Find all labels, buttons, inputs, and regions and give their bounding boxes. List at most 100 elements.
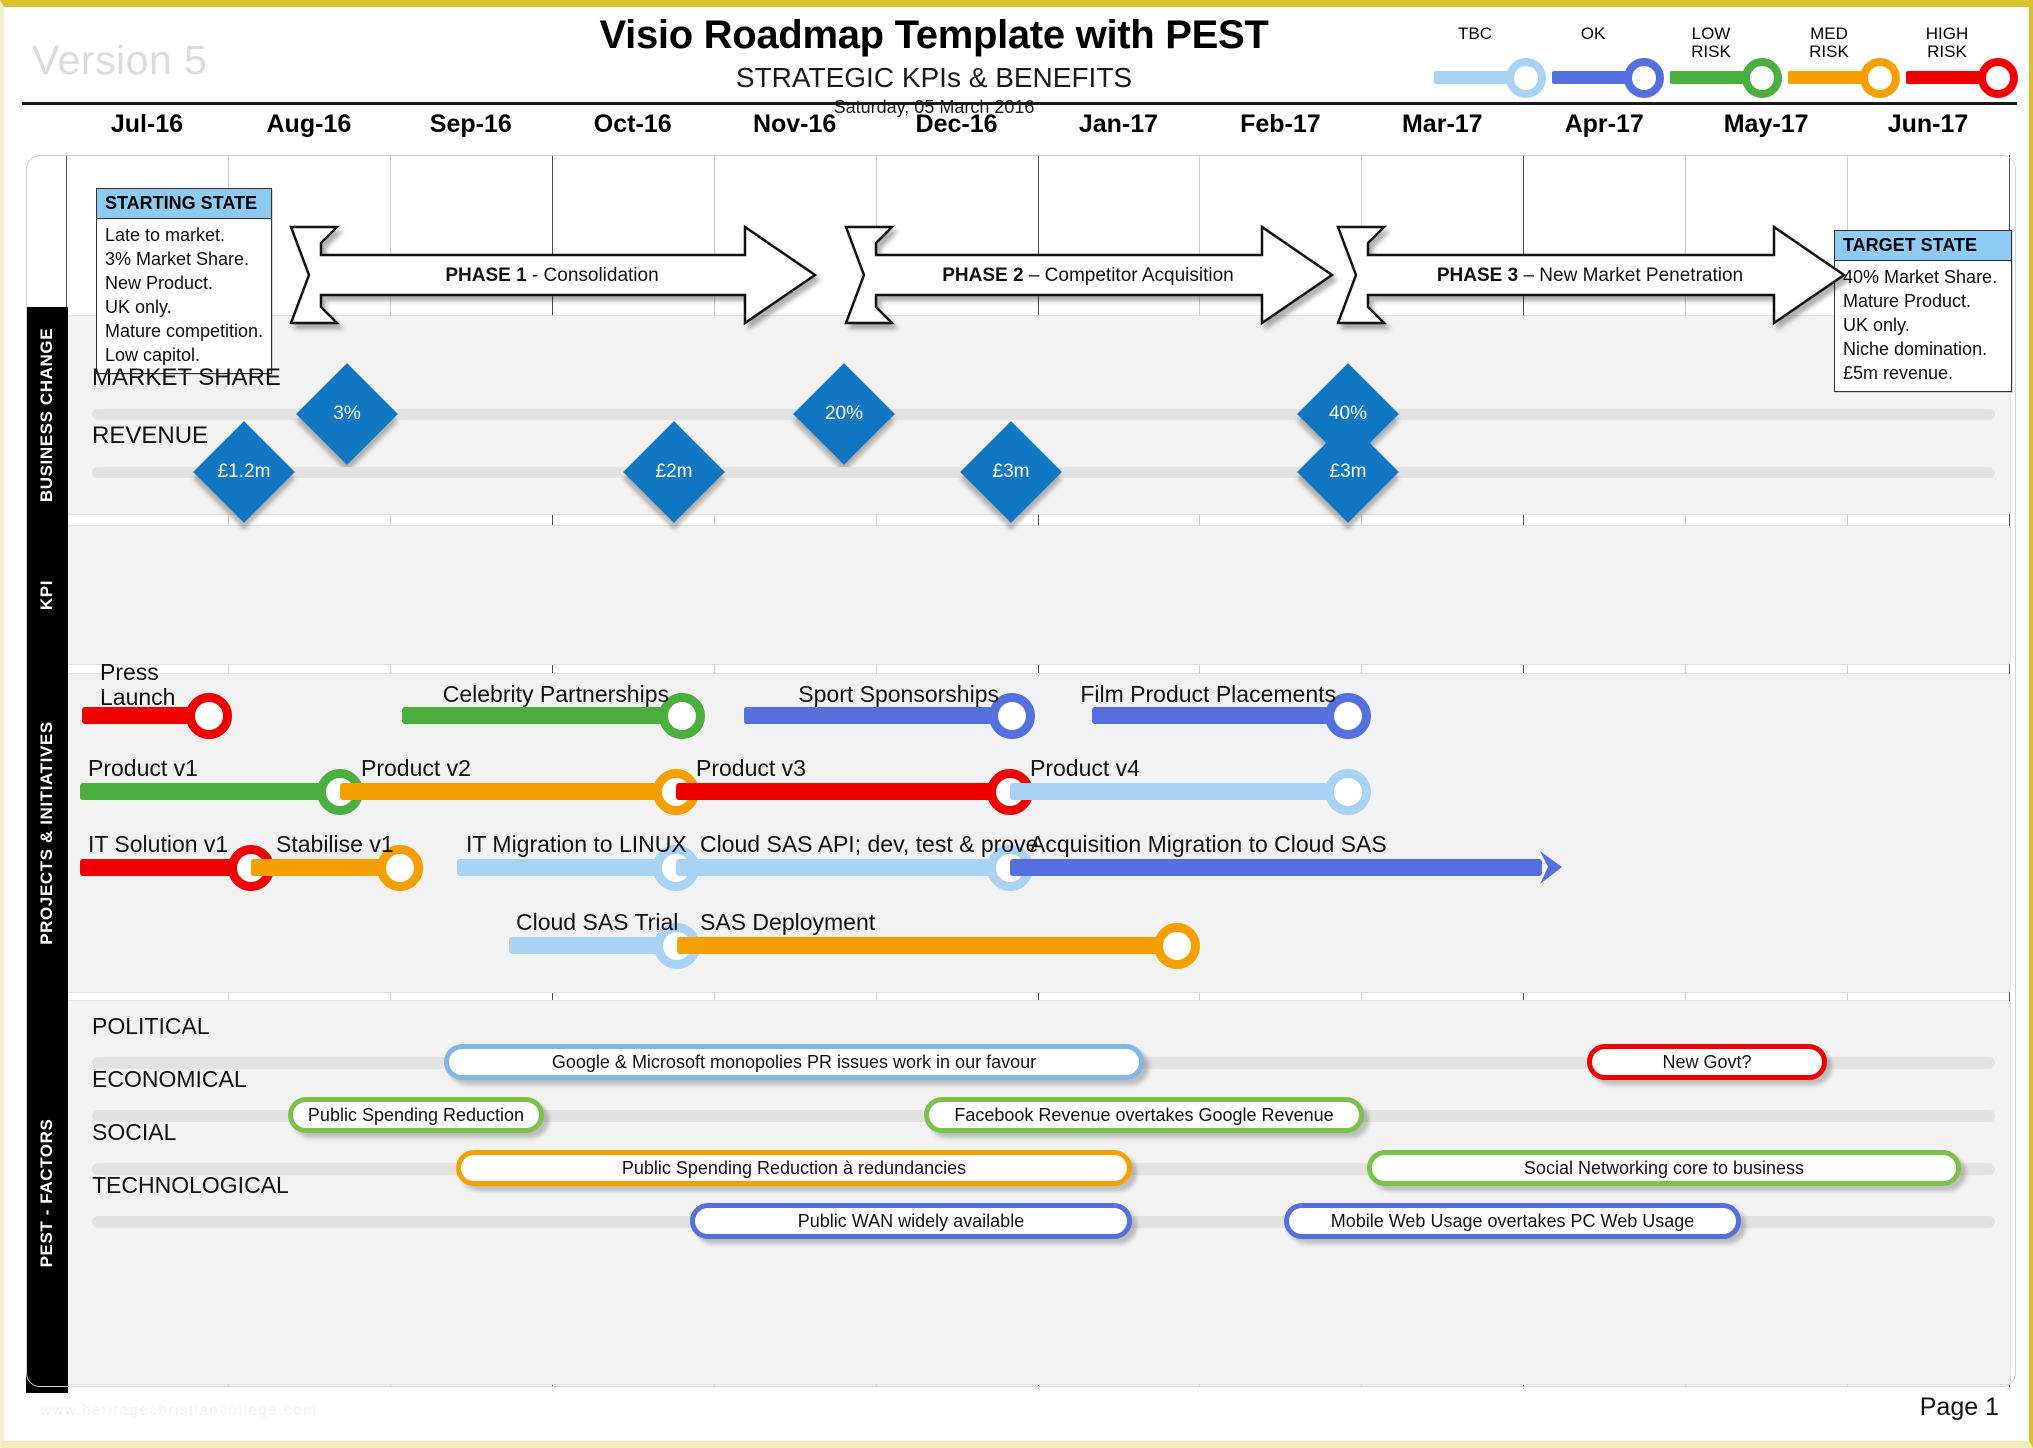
legend-ring-icon xyxy=(1860,58,1900,98)
month-label-apr-17: Apr-17 xyxy=(1564,110,1644,138)
version-label: Version 5 xyxy=(32,37,208,83)
phase-label-bold: PHASE 3 xyxy=(1436,265,1519,286)
state-box-body-starting_state: Late to market. 3% Market Share. New Produ… xyxy=(97,219,271,373)
pest-pill-1-0: Public Spending Reduction xyxy=(288,1097,544,1133)
legend-bar xyxy=(1552,71,1634,84)
state-line: 40% Market Share. xyxy=(1843,267,1998,287)
project-label-0-3: Film Product Placements xyxy=(1080,681,1336,707)
legend-ring-icon xyxy=(1978,58,2018,98)
project-label-2-1: Stabilise v1 xyxy=(276,831,394,857)
timeline-months: Jul-16 Aug-16 Sep-16 Oct-16 Nov-16 Dec-16 Jan-… xyxy=(4,110,2029,154)
project-label-0-2: Sport Sponsorships xyxy=(798,681,999,707)
kpi-marker-1-2: £3m xyxy=(960,421,1062,523)
project-bar-0-2 xyxy=(744,707,1012,724)
legend-item-tbc: TBC xyxy=(1434,25,1552,101)
pest-pill-text: Public Spending Reduction à redundancies xyxy=(621,1157,967,1178)
pest-pill-2-0: Public Spending Reduction à redundancies xyxy=(456,1150,1132,1186)
project-milestone-0-0 xyxy=(186,693,232,739)
legend-bar xyxy=(1906,71,1988,84)
phase-arrow-3: PHASE 3 – New Market Penetration xyxy=(1334,224,1847,326)
roadmap-grid: BUSINESS CHANGE KPI PROJECTS & INITIATIVES… xyxy=(26,155,2016,1393)
pest-pill-1-1: Facebook Revenue overtakes Google Revenu… xyxy=(924,1097,1364,1133)
legend-item-low-risk: LOW RISK xyxy=(1670,25,1788,101)
phase-label-rest: - Consolidation xyxy=(526,265,659,286)
state-box-body-target_state: 40% Market Share. Mature Product. UK only.… xyxy=(1835,261,2011,391)
phase-label-bold: PHASE 2 xyxy=(942,265,1024,286)
state-line: Late to market. xyxy=(105,225,226,245)
month-label-nov-16: Nov-16 xyxy=(752,110,837,138)
kpi-marker-value: 3% xyxy=(333,403,361,424)
section-tab-projects: PROJECTS & INITIATIVES xyxy=(26,665,68,1001)
project-milestone-1-3 xyxy=(1325,769,1371,815)
project-bar-1-1 xyxy=(340,783,676,800)
legend-ring-icon xyxy=(1624,58,1664,98)
project-label-1-2: Product v3 xyxy=(696,755,806,781)
section-tab-business_change: BUSINESS CHANGE xyxy=(26,307,68,523)
phase-label-3: PHASE 3 – New Market Penetration xyxy=(1334,265,1846,287)
pest-pill-text: Public WAN widely available xyxy=(797,1210,1025,1231)
project-label-1-1: Product v2 xyxy=(361,755,471,781)
kpi-row-label-0: MARKET SHARE xyxy=(92,364,281,391)
pest-row-label-1: ECONOMICAL xyxy=(92,1066,247,1092)
state-line: Niche domination. xyxy=(1843,339,1988,359)
pest-pill-text: Mobile Web Usage overtakes PC Web Usage xyxy=(1330,1210,1695,1231)
page-subtitle: STRATEGIC KPIs & BENEFITS xyxy=(735,62,1133,93)
pest-pill-3-0: Public WAN widely available xyxy=(690,1203,1132,1239)
project-label-2-3: Cloud SAS API; dev, test & prove xyxy=(700,831,1039,857)
project-bar-0-1 xyxy=(402,707,682,724)
month-label-aug-16: Aug-16 xyxy=(266,110,352,138)
project-bar-2-4 xyxy=(1010,859,1542,876)
project-label-3-0: Cloud SAS Trial xyxy=(516,909,679,935)
project-label-1-3: Product v4 xyxy=(1030,755,1140,781)
pest-pill-3-1: Mobile Web Usage overtakes PC Web Usage xyxy=(1284,1203,1741,1239)
pest-row-label-3: TECHNOLOGICAL xyxy=(92,1172,289,1198)
month-label-dec-16: Dec-16 xyxy=(915,110,998,138)
legend-item-high-risk: HIGH RISK xyxy=(1906,25,2024,101)
section-tab-label: PROJECTS & INITIATIVES xyxy=(37,721,56,945)
month-label-sep-16: Sep-16 xyxy=(429,110,512,138)
legend-bar xyxy=(1670,71,1752,84)
project-bar-2-2 xyxy=(457,859,676,876)
pest-row-label-0: POLITICAL xyxy=(92,1013,210,1039)
pest-pill-0-1: New Govt? xyxy=(1587,1044,1827,1080)
project-bar-1-2 xyxy=(676,783,1010,800)
legend-label: HIGH RISK xyxy=(1925,24,1969,61)
phase-arrow-1: PHASE 1 - Consolidation xyxy=(287,224,818,326)
project-bar-3-0 xyxy=(509,937,677,954)
project-milestone-3-1 xyxy=(1154,923,1200,969)
month-label-jan-17: Jan-17 xyxy=(1078,110,1159,138)
project-label-2-0: IT Solution v1 xyxy=(88,831,229,857)
legend-ring-icon xyxy=(1742,58,1782,98)
project-label-2-2: IT Migration to LINUX xyxy=(466,831,687,857)
pest-pill-text: Facebook Revenue overtakes Google Revenu… xyxy=(954,1104,1334,1125)
pest-pill-text: Google & Microsoft monopolies PR issues … xyxy=(551,1051,1037,1072)
project-bar-2-0 xyxy=(80,859,251,876)
section-tab-pest: PEST - FACTORS xyxy=(26,992,68,1393)
month-label-feb-17: Feb-17 xyxy=(1240,110,1321,138)
band-kpi xyxy=(66,525,2011,665)
project-bar-2-3 xyxy=(676,859,1010,876)
kpi-marker-0-0: 3% xyxy=(296,363,398,465)
phase-label-2: PHASE 2 – Competitor Acquisition xyxy=(842,265,1334,287)
state-box-heading-target_state: TARGET STATE xyxy=(1835,231,2011,261)
kpi-marker-value: £2m xyxy=(655,461,693,482)
legend-bar xyxy=(1788,71,1870,84)
month-label-may-17: May-17 xyxy=(1723,110,1809,138)
project-label-1-0: Product v1 xyxy=(88,755,198,781)
legend-label: TBC xyxy=(1458,24,1492,43)
kpi-marker-0-1: 20% xyxy=(793,363,895,465)
legend-label: LOW RISK xyxy=(1691,24,1731,61)
state-line: Mature competition. xyxy=(105,321,264,341)
month-label-jul-16: Jul-16 xyxy=(110,110,184,138)
kpi-marker-value: £3m xyxy=(1329,461,1367,482)
legend-label: MED RISK xyxy=(1809,24,1849,61)
project-label-3-1: SAS Deployment xyxy=(700,909,876,935)
pest-pill-0-0: Google & Microsoft monopolies PR issues … xyxy=(444,1044,1144,1080)
month-label-oct-16: Oct-16 xyxy=(593,110,672,138)
pest-row-label-2: SOCIAL xyxy=(92,1119,177,1145)
timeline-rule xyxy=(22,102,2017,105)
pest-pill-text: New Govt? xyxy=(1662,1051,1752,1072)
project-bar-1-3 xyxy=(1010,783,1348,800)
state-line: £5m revenue. xyxy=(1843,363,1954,383)
state-box-heading-starting_state: STARTING STATE xyxy=(97,189,271,219)
